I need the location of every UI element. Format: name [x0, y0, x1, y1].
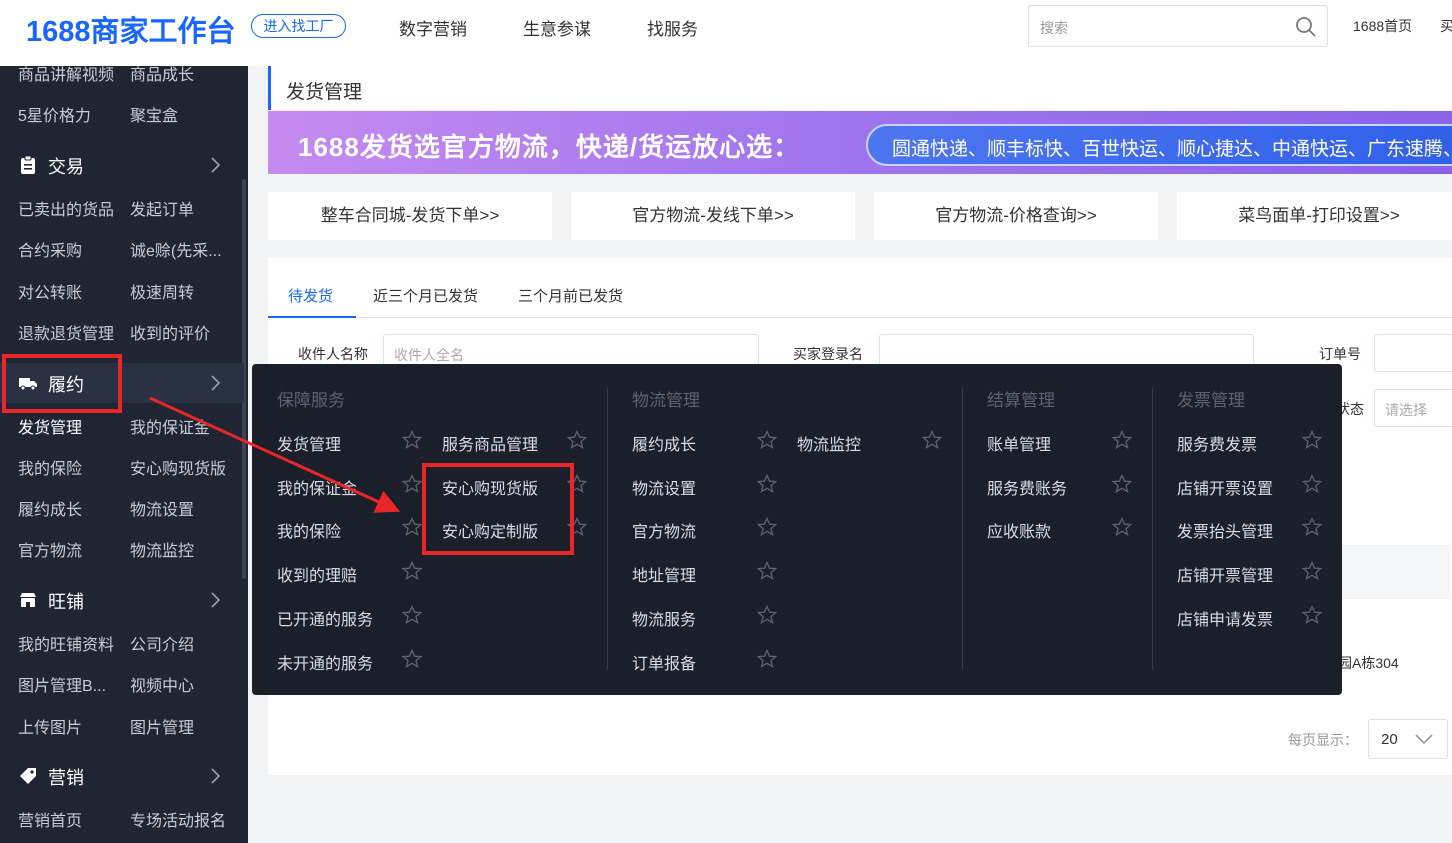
annotation-arrow: [149, 396, 401, 513]
